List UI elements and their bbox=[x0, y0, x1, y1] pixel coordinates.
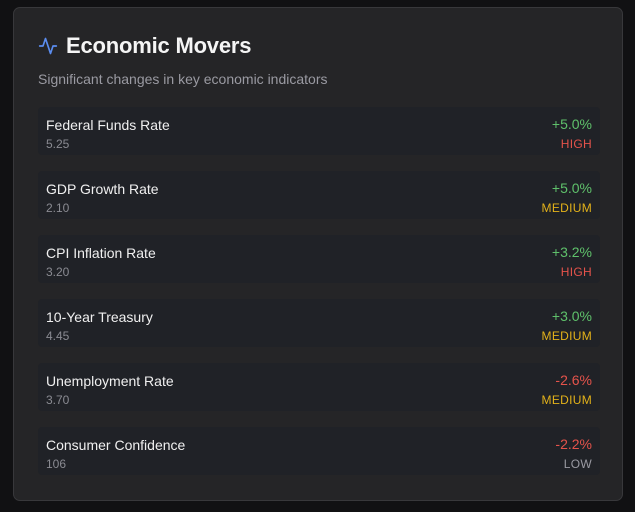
indicator-change: -2.2% bbox=[555, 436, 592, 452]
impact-badge: HIGH bbox=[560, 265, 592, 279]
indicator-change: +3.2% bbox=[551, 244, 592, 260]
indicator-value: 3.70 bbox=[46, 393, 70, 407]
indicator-name: Federal Funds Rate bbox=[46, 117, 170, 133]
indicator-change: +3.0% bbox=[551, 308, 592, 324]
indicator-value: 2.10 bbox=[46, 201, 70, 215]
indicator-list: Federal Funds Rate 5.25 +5.0% HIGH GDP G… bbox=[38, 107, 600, 491]
economic-movers-card: Economic Movers Significant changes in k… bbox=[13, 7, 623, 501]
indicator-value: 106 bbox=[46, 457, 67, 471]
impact-badge: MEDIUM bbox=[541, 329, 592, 343]
impact-badge: MEDIUM bbox=[541, 393, 592, 407]
indicator-name: Unemployment Rate bbox=[46, 373, 174, 389]
indicator-row[interactable]: Unemployment Rate 3.70 -2.6% MEDIUM bbox=[38, 363, 600, 411]
indicator-row[interactable]: CPI Inflation Rate 3.20 +3.2% HIGH bbox=[38, 235, 600, 283]
indicator-name: Consumer Confidence bbox=[46, 437, 186, 453]
indicator-row[interactable]: GDP Growth Rate 2.10 +5.0% MEDIUM bbox=[38, 171, 600, 219]
title-row: Economic Movers bbox=[38, 32, 598, 60]
indicator-row[interactable]: Consumer Confidence 106 -2.2% LOW bbox=[38, 427, 600, 475]
impact-badge: HIGH bbox=[560, 137, 592, 151]
indicator-row[interactable]: 10-Year Treasury 4.45 +3.0% MEDIUM bbox=[38, 299, 600, 347]
impact-badge: LOW bbox=[563, 457, 592, 471]
card-subtitle: Significant changes in key economic indi… bbox=[38, 71, 328, 87]
indicator-name: CPI Inflation Rate bbox=[46, 245, 156, 261]
indicator-name: GDP Growth Rate bbox=[46, 181, 159, 197]
indicator-value: 3.20 bbox=[46, 265, 70, 279]
indicator-change: -2.6% bbox=[555, 372, 592, 388]
card-title: Economic Movers bbox=[66, 33, 252, 58]
indicator-name: 10-Year Treasury bbox=[46, 309, 153, 325]
indicator-change: +5.0% bbox=[551, 116, 592, 132]
card-header: Economic Movers Significant changes in k… bbox=[38, 32, 598, 87]
indicator-value: 4.45 bbox=[46, 329, 70, 343]
indicator-row[interactable]: Federal Funds Rate 5.25 +5.0% HIGH bbox=[38, 107, 600, 155]
activity-icon bbox=[38, 36, 58, 56]
impact-badge: MEDIUM bbox=[541, 201, 592, 215]
indicator-change: +5.0% bbox=[551, 180, 592, 196]
indicator-value: 5.25 bbox=[46, 137, 70, 151]
